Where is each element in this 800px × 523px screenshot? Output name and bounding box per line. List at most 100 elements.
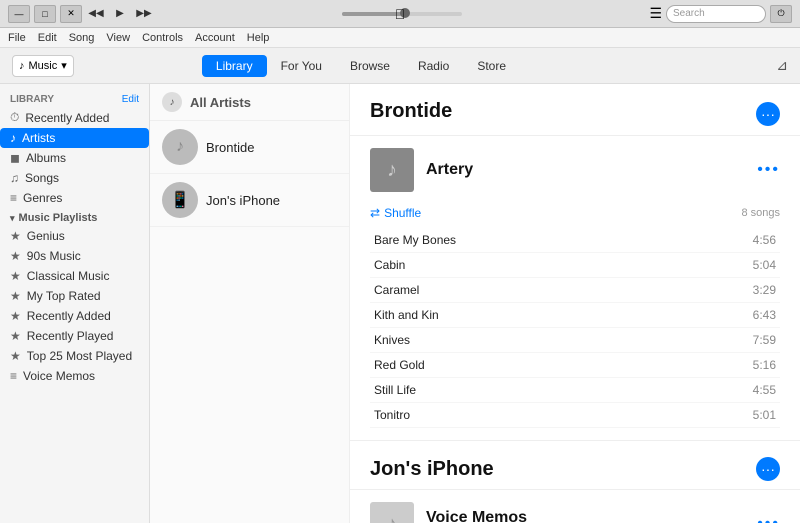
nav-tabs: Library For You Browse Radio Store	[202, 55, 520, 77]
song-duration-3: 6:43	[753, 308, 776, 322]
artists-icon: ♪	[10, 131, 16, 145]
window-close[interactable]: ✕	[60, 5, 82, 23]
source-label: Music	[29, 60, 58, 72]
menu-controls[interactable]: Controls	[142, 32, 183, 44]
iphone-name: Jon's iPhone	[206, 193, 280, 208]
vm-more-button[interactable]: •••	[757, 515, 780, 523]
edit-button[interactable]: Edit	[122, 94, 139, 105]
song-row-4[interactable]: Knives 7:59	[370, 328, 780, 353]
song-count: 8 songs	[741, 207, 780, 219]
sidebar-item-top-25[interactable]: ★ Top 25 Most Played	[0, 346, 149, 366]
window-controls: — □ ✕	[8, 5, 82, 23]
genius-label: Genius	[27, 229, 65, 243]
artery-album-section: ♪ Artery ••• ⇄ Shuffle 8 songs Bare My B…	[350, 136, 800, 441]
source-selector[interactable]: ♪ Music ▾	[12, 55, 74, 77]
song-row-3[interactable]: Kith and Kin 6:43	[370, 303, 780, 328]
song-duration-0: 4:56	[753, 233, 776, 247]
song-name-5: Red Gold	[374, 358, 425, 372]
play-button[interactable]: ▶	[110, 4, 130, 24]
song-name-7: Tonitro	[374, 408, 410, 422]
sidebar-item-top-rated[interactable]: ★ My Top Rated	[0, 286, 149, 306]
top-rated-label: My Top Rated	[27, 289, 101, 303]
song-duration-7: 5:01	[753, 408, 776, 422]
voice-memos-label: Voice Memos	[23, 369, 95, 383]
sidebar-item-recently-added-pl[interactable]: ★ Recently Added	[0, 306, 149, 326]
sidebar-item-songs[interactable]: ♫ Songs	[0, 168, 149, 188]
sidebar-item-artists[interactable]: ♪ Artists	[0, 128, 149, 148]
window-maximize[interactable]: □	[34, 5, 56, 23]
song-row-0[interactable]: Bare My Bones 4:56	[370, 228, 780, 253]
menu-account[interactable]: Account	[195, 32, 235, 44]
songs-label: Songs	[25, 171, 59, 185]
tab-for-you[interactable]: For You	[267, 55, 336, 77]
songs-icon: ♫	[10, 171, 19, 185]
artists-label: Artists	[22, 131, 55, 145]
vm-album-art: ♪	[370, 502, 414, 523]
song-duration-2: 3:29	[753, 283, 776, 297]
song-row-5[interactable]: Red Gold 5:16	[370, 353, 780, 378]
album-art-note-icon: ♪	[387, 159, 397, 182]
menu-file[interactable]: File	[8, 32, 26, 44]
sidebar-item-recently-played[interactable]: ★ Recently Played	[0, 326, 149, 346]
song-row-6[interactable]: Still Life 4:55	[370, 378, 780, 403]
sidebar-item-90s-music[interactable]: ★ 90s Music	[0, 246, 149, 266]
all-artists-header[interactable]: ♪ All Artists	[150, 84, 349, 121]
all-artists-icon: ♪	[162, 92, 182, 112]
sidebar-item-albums[interactable]: ◼ Albums	[0, 148, 149, 168]
menu-help[interactable]: Help	[247, 32, 270, 44]
artist-item-brontide[interactable]: ♪ Brontide	[150, 121, 349, 174]
90s-music-label: 90s Music	[27, 249, 81, 263]
top-rated-icon: ★	[10, 289, 21, 303]
search-input[interactable]: Search	[666, 5, 766, 23]
album-name: Artery	[426, 161, 745, 179]
brontide-name: Brontide	[206, 140, 254, 155]
sidebar-item-classical[interactable]: ★ Classical Music	[0, 266, 149, 286]
iphone-more-button[interactable]: ···	[756, 457, 780, 481]
iphone-more-icon: ···	[761, 461, 775, 477]
album-more-button[interactable]: •••	[757, 161, 780, 179]
menu-bar: File Edit Song View Controls Account Hel…	[0, 28, 800, 48]
brontide-more-button[interactable]: ···	[756, 102, 780, 126]
shuffle-button[interactable]: ⇄ Shuffle	[370, 206, 421, 220]
classical-label: Classical Music	[27, 269, 110, 283]
song-row-7[interactable]: Tonitro 5:01	[370, 403, 780, 428]
search-placeholder: Search	[673, 8, 705, 19]
source-arrow: ▾	[61, 59, 67, 72]
artist-item-iphone[interactable]: 📱 Jon's iPhone	[150, 174, 349, 227]
sidebar-item-genres[interactable]: ≡ Genres	[0, 188, 149, 208]
window-minimize[interactable]: —	[8, 5, 30, 23]
library-section-header: Library Edit	[0, 90, 149, 107]
song-row-1[interactable]: Cabin 5:04	[370, 253, 780, 278]
sidebar-item-voice-memos[interactable]: ≡ Voice Memos	[0, 366, 149, 386]
song-name-1: Cabin	[374, 258, 405, 272]
airplay-icon[interactable]: ⊿	[776, 57, 788, 74]
power-button[interactable]: ⏻	[770, 5, 792, 23]
menu-view[interactable]: View	[106, 32, 130, 44]
playlist-arrow-icon: ▾	[10, 213, 15, 224]
tab-browse[interactable]: Browse	[336, 55, 404, 77]
list-view-icon[interactable]: ☰	[649, 5, 662, 22]
menu-edit[interactable]: Edit	[38, 32, 57, 44]
song-name-3: Kith and Kin	[374, 308, 439, 322]
next-button[interactable]: ▶▶	[134, 4, 154, 24]
recently-added-pl-icon: ★	[10, 309, 21, 323]
playlists-label: Music Playlists	[19, 212, 98, 224]
vm-name: Voice Memos	[426, 509, 745, 523]
iphone-section: Jon's iPhone ···	[350, 441, 800, 490]
menu-song[interactable]: Song	[69, 32, 95, 44]
prev-button[interactable]: ◀◀	[86, 4, 106, 24]
playlists-header[interactable]: ▾ Music Playlists	[0, 208, 149, 226]
tab-library[interactable]: Library	[202, 55, 267, 77]
nav-bar: ♪ Music ▾ Library For You Browse Radio S…	[0, 48, 800, 84]
title-bar: — □ ✕ ◀◀ ▶ ▶▶  ☰ Search ⏻	[0, 0, 800, 28]
content-area: Brontide ··· ♪ Artery ••• ⇄ Shuffl	[350, 84, 800, 523]
tab-store[interactable]: Store	[463, 55, 520, 77]
genres-icon: ≡	[10, 191, 17, 205]
vm-note-icon: ♪	[387, 513, 397, 523]
song-duration-5: 5:16	[753, 358, 776, 372]
tab-radio[interactable]: Radio	[404, 55, 463, 77]
sidebar-item-genius[interactable]: ★ Genius	[0, 226, 149, 246]
genres-label: Genres	[23, 191, 62, 205]
song-row-2[interactable]: Caramel 3:29	[370, 278, 780, 303]
sidebar-item-recently-added[interactable]: ⏱ Recently Added	[0, 107, 149, 128]
